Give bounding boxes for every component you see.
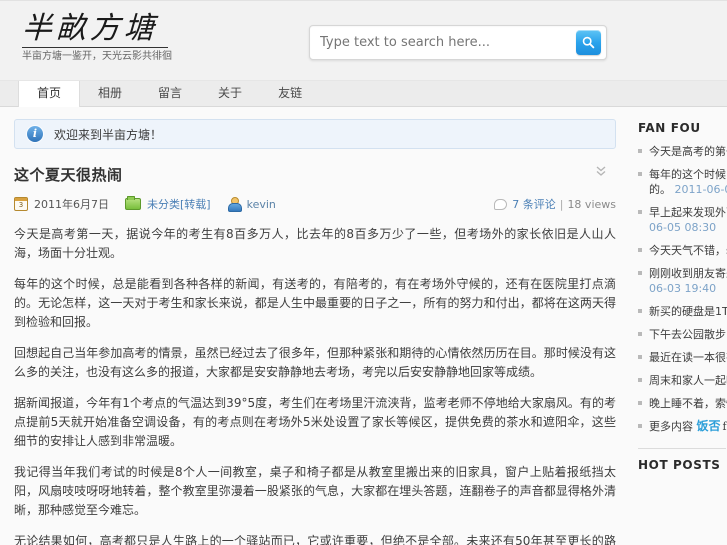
nav-item-links[interactable]: 友链	[260, 80, 320, 107]
nav-list: 首页 相册 留言 关于 友链	[18, 80, 727, 108]
site-header: 半畝方塘 半亩方塘一鉴开，天光云影共徘徊	[0, 0, 727, 80]
comment-bubble-icon	[494, 198, 508, 210]
post-category[interactable]: 未分类[转载]	[125, 196, 211, 212]
post-paragraph: 回想起自己当年参加高考的情景，虽然已经过去了很多年，但那种紧张和期待的心情依然历…	[14, 346, 616, 379]
fanfou-text: 下午去公园散步，看到很多人在放风筝。	[649, 328, 727, 341]
post-author-label[interactable]: kevin	[247, 198, 276, 211]
fanfou-text: 新买的硬盘是1T2.5寸的，速度还可以。	[649, 305, 727, 318]
post-date: 2011年6月7日	[14, 196, 109, 212]
fanfou-text: 刚刚收到朋友寄来的ipad，感觉非常不错，开箱的时候很惊喜。	[649, 267, 727, 280]
chevron-double-down-icon[interactable]	[594, 165, 610, 179]
page-body: i 欢迎来到半亩方塘！ 这个夏天很热闹 2011年6月7日 未分类[转载]	[0, 107, 727, 545]
list-item[interactable]: 今天天气不错，so you have a good day。 2011-06-0…	[638, 243, 727, 258]
search-box	[309, 25, 607, 60]
search-input[interactable]	[314, 30, 576, 55]
main-navigation: 首页 相册 留言 关于 友链	[0, 80, 727, 108]
search-icon	[581, 35, 596, 50]
fanfou-more-link[interactable]: 更多内容	[649, 420, 693, 433]
logo-divider	[22, 47, 168, 48]
fanfou-text: 周末和家人一起吃饭，聊了很多过去的事情。	[649, 374, 727, 387]
post-comments-meta: 7 条评论 | 18 views	[494, 196, 616, 212]
fanfou-more-item[interactable]: 更多内容 饭否fanfou.com	[638, 419, 727, 434]
post-body: 今天是高考第一天，据说今年的考生有8百多万人，比去年的8百多万少了一些，但考场外…	[14, 225, 616, 545]
nav-item-home[interactable]: 首页	[18, 80, 81, 108]
nav-item-guestbook[interactable]: 留言	[140, 80, 200, 107]
nav-item-album[interactable]: 相册	[80, 80, 140, 107]
list-item[interactable]: 最近在读一本很有意思的书，推荐给大家。 2011-06-02 13:23	[638, 350, 727, 365]
list-item[interactable]: 下午去公园散步，看到很多人在放风筝。	[638, 327, 727, 342]
post-paragraph: 今天是高考第一天，据说今年的考生有8百多万人，比去年的8百多万少了一些，但考场外…	[14, 227, 616, 260]
fanfou-source[interactable]: 饭否fanfou.com	[696, 419, 727, 433]
list-item[interactable]: 今天是高考的第一天，祝福所有的考生。	[638, 144, 727, 159]
info-icon: i	[27, 126, 43, 142]
fanfou-list: 今天是高考的第一天，祝福所有的考生。 每年的这个时候，总是能看到各种各样的新闻报…	[638, 144, 727, 434]
post-category-label[interactable]: 未分类[转载]	[147, 196, 211, 212]
fanfou-text: 今天天气不错，so you have a good day。	[649, 244, 727, 257]
meta-separator: |	[559, 197, 564, 211]
widget-hot-posts: HOT POSTS	[638, 458, 727, 472]
main-content: i 欢迎来到半亩方塘！ 这个夏天很热闹 2011年6月7日 未分类[转载]	[0, 107, 630, 545]
post-header: 这个夏天很热闹 2011年6月7日 未分类[转载] kevin 7 条评论	[14, 165, 616, 213]
post-paragraph: 每年的这个时候，总是能看到各种各样的新闻，有送考的，有陪考的，有在考场外守候的，…	[14, 277, 616, 329]
comments-count[interactable]: 7 条评论	[512, 196, 556, 212]
notice-text: 欢迎来到半亩方塘！	[54, 127, 163, 142]
widget-divider	[638, 448, 726, 449]
post-meta: 2011年6月7日 未分类[转载] kevin 7 条评论 | 18 views	[14, 195, 616, 213]
list-item[interactable]: 刚刚收到朋友寄来的ipad，感觉非常不错，开箱的时候很惊喜。 2011-06-0…	[638, 266, 727, 296]
post-title[interactable]: 这个夏天很热闹	[14, 165, 616, 185]
site-tagline: 半亩方塘一鉴开，天光云影共徘徊	[22, 51, 172, 62]
post-author[interactable]: kevin	[227, 197, 276, 212]
fanfou-text: 最近在读一本很有意思的书，推荐给大家。	[649, 351, 727, 364]
notice-bar: i 欢迎来到半亩方塘！	[14, 119, 616, 149]
widget-title-hot-posts: HOT POSTS	[638, 458, 721, 472]
post-paragraph: 无论结果如何，高考都只是人生路上的一个驿站而已，它或许重要，但绝不是全部。未来还…	[14, 534, 616, 545]
list-item[interactable]: 晚上睡不着，索性起来写了一篇博客。 2011-06-01 01:54	[638, 396, 727, 411]
site-logo-text: 半畝方塘	[21, 11, 159, 46]
folder-icon	[125, 196, 141, 210]
fanfou-text: 早上起来发现外面下起了大雨，希望考生们都能顺利到达考场。	[649, 206, 727, 219]
fanfou-text: 今天是高考的第一天，祝福所有的考生。	[649, 145, 727, 158]
fanfou-domain: fanfou.com	[722, 420, 727, 433]
list-item[interactable]: 周末和家人一起吃饭，聊了很多过去的事情。 2011-06-01 17:45	[638, 373, 727, 388]
calendar-icon	[14, 197, 28, 211]
post-paragraph: 据新闻报道，今年有1个考点的气温达到39°5度，考生们在考场里汗流浃背，监考老师…	[14, 396, 616, 448]
list-item[interactable]: 每年的这个时候，总是能看到各种各样的新闻报道，有送考的，有陪考的。 2011-0…	[638, 167, 727, 197]
user-icon	[227, 197, 242, 212]
widget-fanfou: FAN FOU 今天是高考的第一天，祝福所有的考生。 每年的这个时候，总是能看到…	[638, 121, 727, 434]
list-item[interactable]: 新买的硬盘是1T2.5寸的，速度还可以。 2011-06-03 05:09	[638, 304, 727, 319]
fanfou-time: 2011-06-06 09:12	[674, 183, 727, 196]
fanfou-text: 晚上睡不着，索性起来写了一篇博客。	[649, 397, 727, 410]
sidebar: FAN FOU 今天是高考的第一天，祝福所有的考生。 每年的这个时候，总是能看到…	[630, 107, 727, 545]
nav-item-about[interactable]: 关于	[200, 80, 260, 107]
search-button[interactable]	[576, 30, 601, 55]
site-logo[interactable]: 半畝方塘 半亩方塘一鉴开，天光云影共徘徊	[21, 11, 172, 63]
post-paragraph: 我记得当年我们考试的时候是8个人一间教室，桌子和椅子都是从教室里搬出来的旧家具，…	[14, 465, 616, 517]
list-item[interactable]: 早上起来发现外面下起了大雨，希望考生们都能顺利到达考场。 2011-06-05 …	[638, 205, 727, 235]
views-count: 18 views	[567, 197, 616, 211]
fanfou-brand: 饭否	[696, 419, 721, 433]
widget-title-fanfou: FAN FOU	[638, 121, 701, 135]
post-date-label: 2011年6月7日	[34, 198, 109, 211]
